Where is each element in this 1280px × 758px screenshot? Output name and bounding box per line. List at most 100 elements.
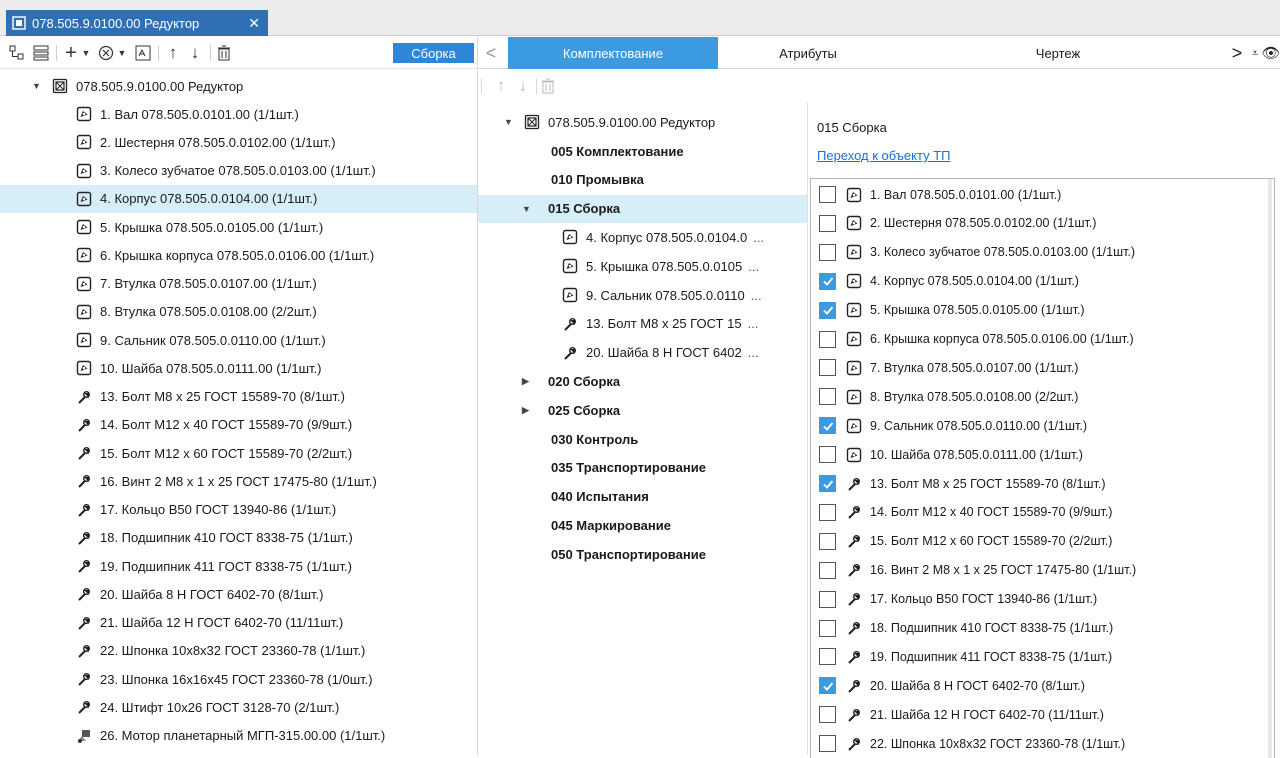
process-operation[interactable]: ▶ 020 Сборка <box>478 367 807 395</box>
tree-item[interactable]: 22. Шпонка 10x8x32 ГОСТ 23360-78 (1/1шт.… <box>0 637 477 665</box>
process-operation[interactable]: 010 Промывка <box>478 166 807 194</box>
process-component[interactable]: 13. Болт М8 x 25 ГОСТ 15... <box>478 310 807 338</box>
tree-item[interactable]: 26. Мотор планетарный МГП-315.00.00 (1/1… <box>0 722 477 750</box>
process-operation[interactable]: 035 Транспортирование <box>478 454 807 482</box>
process-component[interactable]: 20. Шайба 8 Н ГОСТ 6402... <box>478 339 807 367</box>
checkbox-unchecked[interactable] <box>819 214 836 232</box>
tree-item[interactable]: 24. Штифт 10x26 ГОСТ 3128-70 (2/1шт.) <box>0 693 477 721</box>
checklist-item[interactable]: 20. Шайба 8 Н ГОСТ 6402-70 (8/1шт.) <box>811 671 1274 700</box>
checkbox-unchecked[interactable] <box>819 706 836 724</box>
close-tab-icon[interactable]: ✕ <box>248 15 260 32</box>
tree-item[interactable]: 10. Шайба 078.505.0.0111.00 (1/1шт.) <box>0 354 477 382</box>
move-down-icon[interactable]: ↓ <box>185 41 205 65</box>
checkbox-unchecked[interactable] <box>819 619 836 637</box>
tree-item[interactable]: 1. Вал 078.505.0.0101.00 (1/1шт.) <box>0 100 477 128</box>
tree-item[interactable]: 8. Втулка 078.505.0.0108.00 (2/2шт.) <box>0 298 477 326</box>
tree-item[interactable]: 3. Колесо зубчатое 078.505.0.0103.00 (1/… <box>0 157 477 185</box>
checkbox-unchecked[interactable] <box>819 330 836 348</box>
checkbox-unchecked[interactable] <box>819 388 836 406</box>
replace-icon[interactable] <box>96 41 116 65</box>
tree-item[interactable]: 6. Крышка корпуса 078.505.0.0106.00 (1/1… <box>0 241 477 269</box>
process-operation[interactable]: ▼ 015 Сборка <box>478 194 807 223</box>
structure-settings-icon[interactable] <box>132 41 154 65</box>
checkbox-checked[interactable] <box>819 272 836 290</box>
tree-item[interactable]: 9. Сальник 078.505.0.0110.00 (1/1шт.) <box>0 326 477 354</box>
expand-chevron-icon[interactable]: ▶ <box>522 376 532 386</box>
checklist-item[interactable]: 2. Шестерня 078.505.0.0102.00 (1/1шт.) <box>811 209 1274 238</box>
process-move-up-icon[interactable]: ↑ <box>492 74 510 98</box>
checkbox-unchecked[interactable] <box>819 648 836 666</box>
process-component[interactable]: 9. Сальник 078.505.0.0110... <box>478 281 807 309</box>
add-icon[interactable]: + <box>60 41 82 65</box>
checkbox-unchecked[interactable] <box>819 243 836 261</box>
tree-item[interactable]: 4. Корпус 078.505.0.0104.00 (1/1шт.) <box>0 184 477 213</box>
checklist-item[interactable]: 22. Шпонка 10x8x32 ГОСТ 23360-78 (1/1шт.… <box>811 729 1274 758</box>
checkbox-unchecked[interactable] <box>819 590 836 608</box>
process-operation[interactable]: ▶ 025 Сборка <box>478 396 807 424</box>
assembly-filter-button[interactable]: Сборка <box>393 43 474 63</box>
tree-item[interactable]: 18. Подшипник 410 ГОСТ 8338-75 (1/1шт.) <box>0 524 477 552</box>
checklist-item[interactable]: 3. Колесо зубчатое 078.505.0.0103.00 (1/… <box>811 238 1274 267</box>
process-operation[interactable]: 040 Испытания <box>478 483 807 511</box>
checklist-item[interactable]: 5. Крышка 078.505.0.0105.00 (1/1шт.) <box>811 296 1274 325</box>
tab-komplektovanie[interactable]: Комплектование <box>508 37 718 69</box>
checklist-item[interactable]: 10. Шайба 078.505.0.0111.00 (1/1шт.) <box>811 440 1274 469</box>
checklist-item[interactable]: 21. Шайба 12 Н ГОСТ 6402-70 (11/11шт.) <box>811 700 1274 729</box>
add-dropdown-chevron-icon[interactable]: ▼ <box>80 41 92 65</box>
tree-item[interactable]: 15. Болт М12 x 60 ГОСТ 15589-70 (2/2шт.) <box>0 439 477 467</box>
process-operation[interactable]: 030 Контроль <box>478 425 807 453</box>
checklist-item[interactable]: 15. Болт М12 x 60 ГОСТ 15589-70 (2/2шт.) <box>811 527 1274 556</box>
move-up-icon[interactable]: ↑ <box>163 41 183 65</box>
checklist-item[interactable]: 8. Втулка 078.505.0.0108.00 (2/2шт.) <box>811 382 1274 411</box>
checklist-item[interactable]: 19. Подшипник 411 ГОСТ 8338-75 (1/1шт.) <box>811 642 1274 671</box>
tree-item[interactable]: 19. Подшипник 411 ГОСТ 8338-75 (1/1шт.) <box>0 552 477 580</box>
tree-item[interactable]: 23. Шпонка 16x16x45 ГОСТ 23360-78 (1/0шт… <box>0 665 477 693</box>
checkbox-checked[interactable] <box>819 417 836 435</box>
checklist-item[interactable]: 9. Сальник 078.505.0.0110.00 (1/1шт.) <box>811 411 1274 440</box>
checkbox-unchecked[interactable] <box>819 446 836 464</box>
collapse-chevron-icon[interactable]: ▼ <box>522 204 532 214</box>
process-delete-icon[interactable] <box>538 74 558 98</box>
tree-item[interactable]: 7. Втулка 078.505.0.0107.00 (1/1шт.) <box>0 270 477 298</box>
process-operation[interactable]: 050 Транспортирование <box>478 540 807 568</box>
process-component[interactable]: 5. Крышка 078.505.0.0105... <box>478 252 807 280</box>
checklist-item[interactable]: 7. Втулка 078.505.0.0107.00 (1/1шт.) <box>811 353 1274 382</box>
checkbox-unchecked[interactable] <box>819 186 836 203</box>
tree-item[interactable]: 21. Шайба 12 Н ГОСТ 6402-70 (11/11шт.) <box>0 609 477 637</box>
process-operation[interactable]: 045 Маркирование <box>478 511 807 539</box>
document-tab[interactable]: 078.505.9.0100.00 Редуктор ✕ <box>6 10 268 36</box>
delete-icon[interactable] <box>214 41 234 65</box>
process-move-down-icon[interactable]: ↓ <box>514 74 532 98</box>
checklist-item[interactable]: 1. Вал 078.505.0.0101.00 (1/1шт.) <box>811 180 1274 209</box>
go-to-tp-object-link[interactable]: Переход к объекту ТП <box>817 148 950 163</box>
tree-item[interactable]: 2. Шестерня 078.505.0.0102.00 (1/1шт.) <box>0 128 477 156</box>
collapse-tree-icon[interactable] <box>30 41 52 65</box>
checklist-item[interactable]: 14. Болт М12 x 40 ГОСТ 15589-70 (9/9шт.) <box>811 498 1274 527</box>
process-component[interactable]: 4. Корпус 078.505.0.0104.0... <box>478 223 807 251</box>
view-eye-icon[interactable]: 👁 <box>1260 37 1280 69</box>
checkbox-unchecked[interactable] <box>819 503 836 521</box>
tab-drawing[interactable]: Чертеж <box>998 37 1118 69</box>
checklist-item[interactable]: 13. Болт М8 x 25 ГОСТ 15589-70 (8/1шт.) <box>811 469 1274 498</box>
checkbox-checked[interactable] <box>819 475 836 492</box>
tree-root-node[interactable]: ▼ 078.505.9.0100.00 Редуктор <box>0 72 477 100</box>
tree-item[interactable]: 17. Кольцо В50 ГОСТ 13940-86 (1/1шт.) <box>0 496 477 524</box>
replace-dropdown-chevron-icon[interactable]: ▼ <box>116 41 128 65</box>
tabs-scroll-left-icon[interactable]: < <box>480 37 502 69</box>
collapse-chevron-icon[interactable]: ▼ <box>32 81 42 91</box>
expand-chevron-icon[interactable]: ▶ <box>522 405 532 415</box>
tree-item[interactable]: 16. Винт 2 М8 x 1 x 25 ГОСТ 17475-80 (1/… <box>0 467 477 495</box>
checkbox-unchecked[interactable] <box>819 359 836 377</box>
checkbox-unchecked[interactable] <box>819 561 836 579</box>
tree-item[interactable]: 20. Шайба 8 Н ГОСТ 6402-70 (8/1шт.) <box>0 580 477 608</box>
checklist-item[interactable]: 17. Кольцо В50 ГОСТ 13940-86 (1/1шт.) <box>811 585 1274 614</box>
collapse-chevron-icon[interactable]: ▼ <box>504 117 514 127</box>
expand-tree-icon[interactable] <box>6 41 28 65</box>
process-root-node[interactable]: ▼ 078.505.9.0100.00 Редуктор <box>478 108 807 136</box>
checklist-item[interactable]: 18. Подшипник 410 ГОСТ 8338-75 (1/1шт.) <box>811 614 1274 643</box>
checkbox-unchecked[interactable] <box>819 735 836 753</box>
checkbox-unchecked[interactable] <box>819 532 836 550</box>
checklist-item[interactable]: 16. Винт 2 М8 x 1 x 25 ГОСТ 17475-80 (1/… <box>811 556 1274 585</box>
tree-item[interactable]: 13. Болт М8 x 25 ГОСТ 15589-70 (8/1шт.) <box>0 383 477 411</box>
tab-attributes[interactable]: Атрибуты <box>718 37 898 69</box>
